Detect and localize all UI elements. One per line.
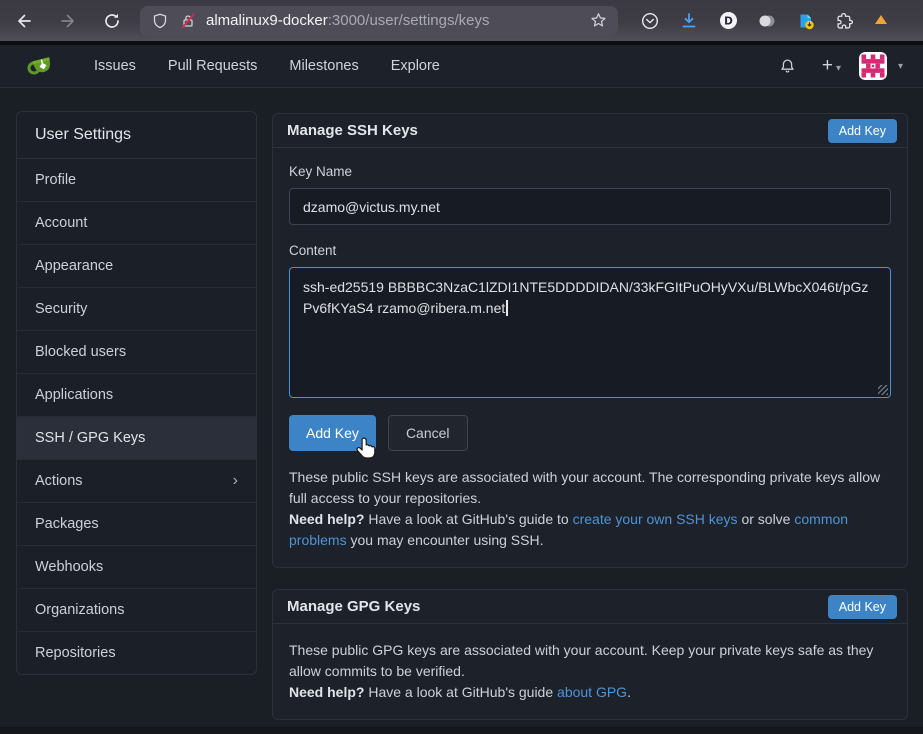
url-text: almalinux9-docker:3000/user/settings/key… (206, 12, 580, 29)
pocket-icon[interactable] (640, 11, 660, 31)
page-content: User Settings Profile Account Appearance… (0, 89, 923, 727)
sidebar-item-blocked-users[interactable]: Blocked users (17, 331, 256, 374)
text-caret (506, 300, 508, 316)
main-column: Manage SSH Keys Add Key Key Name Content… (272, 113, 908, 720)
key-content-textarea[interactable]: ssh-ed25519 BBBBC3NzaC1lZDI1NTE5DDDDIDAN… (289, 267, 891, 398)
ssh-keys-panel: Manage SSH Keys Add Key Key Name Content… (272, 113, 908, 568)
forward-icon[interactable] (58, 11, 78, 31)
ssh-add-key-toggle-button[interactable]: Add Key (828, 119, 897, 143)
sidebar-item-appearance[interactable]: Appearance (17, 245, 256, 288)
sidebar-item-repositories[interactable]: Repositories (17, 632, 256, 674)
gpg-panel-title: Manage GPG Keys (287, 598, 420, 615)
url-bar[interactable]: almalinux9-docker:3000/user/settings/key… (140, 6, 618, 36)
notifications-bell-icon[interactable] (778, 56, 798, 76)
gpg-guide-link[interactable]: about GPG (557, 684, 627, 700)
create-new-button[interactable]: +▾ (822, 55, 841, 77)
add-key-submit-button[interactable]: Add Key (289, 415, 376, 451)
shield-icon[interactable] (150, 11, 170, 31)
sidebar-item-account[interactable]: Account (17, 202, 256, 245)
content-label: Content (289, 243, 891, 258)
gpg-add-key-toggle-button[interactable]: Add Key (828, 595, 897, 619)
ssh-guide-link[interactable]: create your own SSH keys (573, 511, 738, 527)
extensions-puzzle-icon[interactable] (835, 11, 855, 31)
gpg-help-text: These public GPG keys are associated wit… (289, 640, 891, 703)
chevron-right-icon: › (233, 473, 238, 489)
avatar-chevron-down-icon[interactable]: ▾ (898, 61, 903, 72)
user-avatar[interactable] (859, 52, 887, 80)
ssh-help-text: These public SSH keys are associated wit… (289, 467, 891, 551)
cancel-button[interactable]: Cancel (388, 415, 468, 451)
nav-links: Issues Pull Requests Milestones Explore (78, 58, 456, 74)
svg-text:D: D (724, 15, 733, 27)
sidebar-item-profile[interactable]: Profile (17, 159, 256, 202)
sidebar-item-organizations[interactable]: Organizations (17, 589, 256, 632)
update-badge (875, 15, 887, 24)
nav-pull-requests[interactable]: Pull Requests (152, 58, 273, 74)
sidebar-item-packages[interactable]: Packages (17, 503, 256, 546)
key-name-label: Key Name (289, 164, 891, 179)
sidebar-item-applications[interactable]: Applications (17, 374, 256, 417)
bottom-strip (0, 727, 923, 734)
nav-milestones[interactable]: Milestones (273, 58, 374, 74)
sidebar-item-actions[interactable]: Actions› (17, 460, 256, 503)
textarea-resize-handle[interactable] (878, 385, 888, 395)
back-icon[interactable] (14, 11, 34, 31)
document-extension-icon[interactable] (796, 11, 816, 31)
bookmark-star-icon[interactable] (588, 11, 608, 31)
sidebar-title: User Settings (17, 112, 256, 159)
nav-explore[interactable]: Explore (375, 58, 456, 74)
sidebar-item-ssh-gpg-keys[interactable]: SSH / GPG Keys (17, 417, 256, 460)
sidebar-item-webhooks[interactable]: Webhooks (17, 546, 256, 589)
privacy-extension-icon[interactable] (757, 11, 777, 31)
darkreader-extension-icon[interactable]: D (718, 11, 738, 31)
ssh-panel-title: Manage SSH Keys (287, 122, 418, 139)
downloads-icon[interactable] (679, 11, 699, 31)
browser-toolbar: almalinux9-docker:3000/user/settings/key… (0, 0, 923, 41)
settings-sidebar: User Settings Profile Account Appearance… (16, 111, 257, 675)
chevron-down-icon: ▾ (836, 63, 841, 74)
key-name-input[interactable] (289, 188, 891, 225)
gitea-logo-icon[interactable] (26, 51, 56, 81)
site-navbar: Issues Pull Requests Milestones Explore … (0, 45, 923, 88)
sidebar-item-security[interactable]: Security (17, 288, 256, 331)
reload-icon[interactable] (102, 11, 122, 31)
nav-issues[interactable]: Issues (78, 58, 152, 74)
insecure-lock-icon[interactable] (178, 11, 198, 31)
gpg-keys-panel: Manage GPG Keys Add Key These public GPG… (272, 589, 908, 720)
